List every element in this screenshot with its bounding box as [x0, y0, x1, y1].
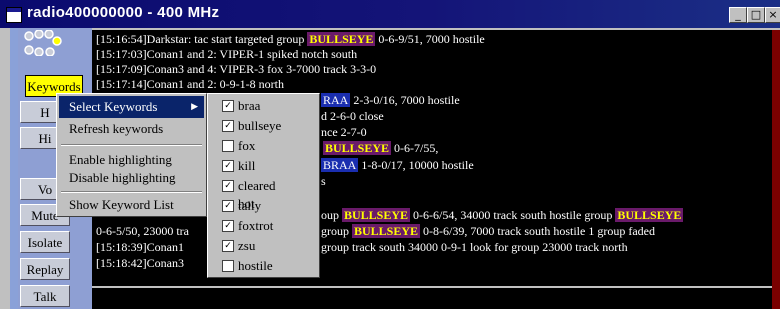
window-title: radio400000000 - 400 MHz	[27, 4, 220, 21]
log-line: [15:18:42]Conan3	[96, 256, 184, 270]
keyword-label: foxtrot	[238, 218, 274, 233]
replay-button[interactable]: Replay	[20, 258, 70, 280]
log-line: oup BULLSEYE 0-6-6/54, 34000 track south…	[321, 208, 684, 222]
keyword-label: braa	[238, 98, 261, 113]
menu-item-show-keyword-list[interactable]: Show Keyword List	[59, 194, 204, 216]
keyword-label: kill	[238, 158, 256, 173]
maximize-button[interactable]: □	[747, 7, 765, 23]
keyword-label: tally	[238, 198, 262, 213]
log-line: [15:17:14]Conan1 and 2: 0-9-1-8 north	[96, 77, 284, 91]
log-line: s	[321, 174, 326, 188]
log-line: group track south 34000 0-9-1 look for g…	[321, 240, 628, 254]
keyword-label: zsu	[238, 238, 256, 253]
log-line: BULLSEYE 0-6-7/55,	[323, 141, 439, 155]
log-line: [15:17:03]Conan1 and 2: VIPER-1 spiked n…	[96, 47, 358, 61]
menu-separator	[61, 191, 202, 193]
keyword-checkbox[interactable]: ✓	[222, 200, 234, 212]
menu-item-disable-highlighting[interactable]: Disable highlighting	[59, 167, 204, 189]
log-line: group BULLSEYE 0-8-6/39, 7000 track sout…	[321, 224, 655, 238]
radio-window: radio400000000 - 400 MHz _ □ × Keywords …	[0, 0, 780, 309]
close-button[interactable]: ×	[765, 7, 780, 23]
vertical-scrollbar[interactable]	[772, 30, 780, 309]
menu-item-refresh-keywords[interactable]: Refresh keywords	[59, 118, 204, 140]
log-line: nce 2-7-0	[321, 125, 367, 139]
keyword-checkbox[interactable]: ✓	[222, 240, 234, 252]
keywords-context-menu: Select Keywords ▶ Refresh keywords Enable…	[56, 93, 207, 217]
talk-button[interactable]: Talk	[20, 285, 70, 307]
submenu-arrow-icon: ▶	[191, 102, 198, 112]
keyword-checkbox[interactable]	[222, 140, 234, 152]
log-line: 0-6-5/50, 23000 tra	[96, 224, 189, 238]
keyword-checkbox[interactable]: ✓	[222, 120, 234, 132]
keyword-checkbox[interactable]: ✓	[222, 100, 234, 112]
log-line: d 2-6-0 close	[321, 109, 384, 123]
log-line: BRAA 1-8-0/17, 10000 hostile	[321, 158, 474, 172]
log-line: [15:18:39]Conan1	[96, 240, 184, 254]
minimize-button[interactable]: _	[729, 7, 747, 23]
title-bar[interactable]: radio400000000 - 400 MHz _ □ ×	[0, 0, 780, 28]
menu-separator	[61, 144, 202, 146]
log-line: [15:16:54]Darkstar: tac start targeted g…	[96, 32, 485, 46]
keyword-label: bullseye	[238, 118, 282, 133]
keyword-label: fox	[238, 138, 256, 153]
log-line: [15:17:09]Conan3 and 4: VIPER-3 fox 3-70…	[96, 62, 377, 76]
keyword-checkbox[interactable]: ✓	[222, 180, 234, 192]
keywords-submenu: ✓ braa ✓ bullseye fox ✓ kill ✓ cleared hot ✓ tally…	[207, 93, 320, 278]
isolate-button[interactable]: Isolate	[20, 231, 70, 253]
window-icon	[6, 7, 22, 23]
keyword-checkbox[interactable]	[222, 260, 234, 272]
radio-logo-icon	[24, 30, 62, 56]
keyword-label: hostile	[238, 258, 273, 273]
keyword-checkbox[interactable]: ✓	[222, 160, 234, 172]
log-line: RAA 2-3-0/16, 7000 hostile	[321, 93, 460, 107]
menu-item-select-keywords[interactable]: Select Keywords ▶	[59, 96, 204, 118]
talk-input-bar[interactable]	[92, 286, 772, 309]
left-edge-strip	[10, 28, 18, 309]
keyword-checkbox[interactable]: ✓	[222, 220, 234, 232]
